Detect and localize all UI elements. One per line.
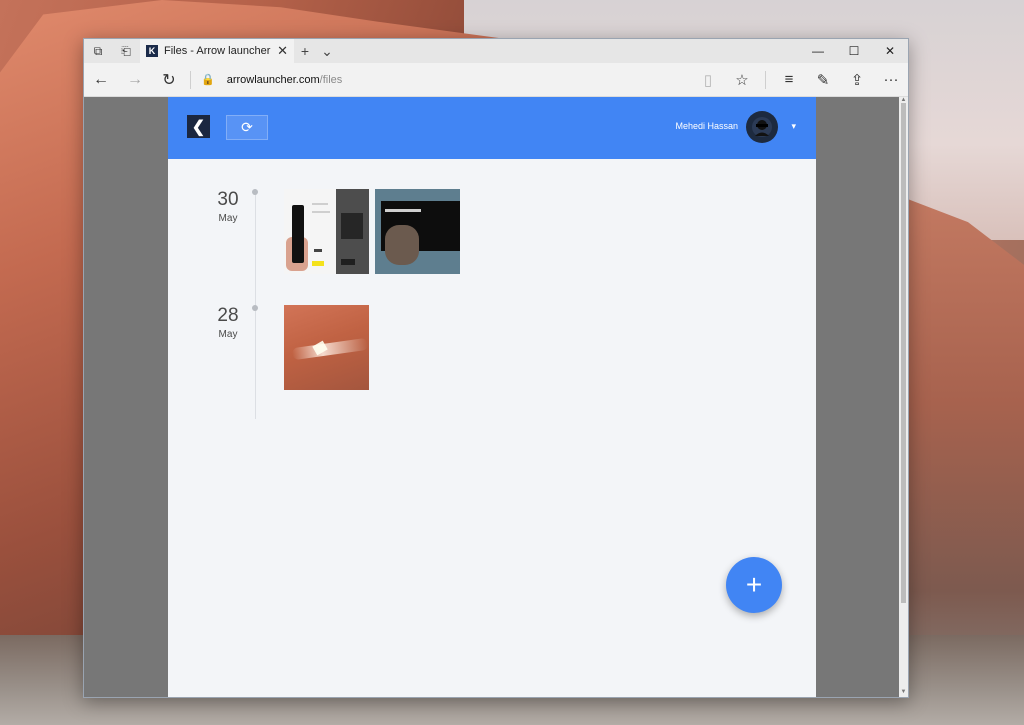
- share-icon[interactable]: ⇪: [840, 63, 874, 97]
- more-icon[interactable]: ···: [874, 63, 908, 97]
- divider: [765, 70, 766, 89]
- avatar[interactable]: [746, 111, 778, 143]
- app-header: ❮ ⟳ Mehedi Hassan ▾: [168, 97, 816, 159]
- url-path: /files: [319, 73, 343, 86]
- arrow-launcher-favicon-icon: K: [146, 45, 158, 57]
- add-file-button[interactable]: +: [726, 557, 782, 613]
- plus-icon: +: [745, 569, 763, 600]
- date-month: May: [218, 329, 238, 340]
- timeline-line: [255, 189, 256, 419]
- arrow-launcher-app: ❮ ⟳ Mehedi Hassan ▾ 30 May 28 May +: [168, 97, 816, 697]
- url-host: arrowlauncher.com: [226, 73, 320, 86]
- page-viewport: ❮ ⟳ Mehedi Hassan ▾ 30 May 28 May + ▲ ▼: [84, 97, 908, 697]
- file-thumbnail[interactable]: [284, 305, 369, 390]
- date-day: 28: [217, 305, 239, 326]
- date-day: 30: [217, 189, 239, 210]
- avatar-face-icon: [752, 117, 772, 137]
- address-bar: ← → ↻ 🔒 arrowlauncher.com/files ▯ ☆ ≡ ✎ …: [84, 63, 908, 97]
- scrollbar[interactable]: ▲ ▼: [899, 97, 908, 697]
- tab-list-chevron-icon[interactable]: ⌄: [316, 43, 338, 60]
- forward-button[interactable]: →: [118, 63, 152, 97]
- files-timeline: 30 May 28 May: [168, 159, 816, 697]
- refresh-icon: ⟳: [241, 119, 253, 135]
- url-field[interactable]: 🔒 arrowlauncher.com/files: [190, 63, 691, 97]
- file-thumbnail[interactable]: [375, 189, 460, 274]
- new-tab-button[interactable]: +: [294, 43, 316, 59]
- scroll-thumb[interactable]: [901, 103, 906, 603]
- reading-view-icon[interactable]: ▯: [691, 63, 725, 97]
- scroll-down-icon[interactable]: ▼: [899, 689, 908, 697]
- tab-preview-icon[interactable]: ⎗: [112, 39, 140, 63]
- arrow-launcher-logo-icon[interactable]: ❮: [187, 115, 210, 138]
- close-window-button[interactable]: ✕: [872, 39, 908, 63]
- title-bar: ⧉ ⎗ K Files - Arrow launcher ✕ + ⌄ — ☐ ✕: [84, 39, 908, 63]
- hub-icon[interactable]: ≡: [772, 63, 806, 97]
- sync-button[interactable]: ⟳: [226, 115, 268, 140]
- divider: [190, 70, 191, 89]
- minimize-button[interactable]: —: [800, 39, 836, 63]
- user-name[interactable]: Mehedi Hassan: [675, 121, 738, 131]
- timeline-dot: [252, 305, 258, 311]
- tab-files[interactable]: K Files - Arrow launcher ✕: [140, 39, 294, 63]
- browser-window: ⧉ ⎗ K Files - Arrow launcher ✕ + ⌄ — ☐ ✕…: [83, 38, 909, 698]
- tab-close-icon[interactable]: ✕: [277, 43, 288, 59]
- tab-title: Files - Arrow launcher: [164, 45, 271, 57]
- web-note-icon[interactable]: ✎: [806, 63, 840, 97]
- url-text[interactable]: arrowlauncher.com/files: [227, 74, 343, 86]
- timeline-dot: [252, 189, 258, 195]
- back-button[interactable]: ←: [84, 63, 118, 97]
- set-aside-tabs-icon[interactable]: ⧉: [84, 39, 112, 63]
- lock-icon: 🔒: [201, 74, 215, 86]
- refresh-button[interactable]: ↻: [152, 63, 186, 97]
- window-controls: — ☐ ✕: [800, 39, 908, 63]
- maximize-button[interactable]: ☐: [836, 39, 872, 63]
- user-menu-caret-icon[interactable]: ▾: [791, 121, 796, 132]
- file-thumbnail[interactable]: [284, 189, 369, 274]
- date-month: May: [218, 213, 238, 224]
- favorite-star-icon[interactable]: ☆: [725, 63, 759, 97]
